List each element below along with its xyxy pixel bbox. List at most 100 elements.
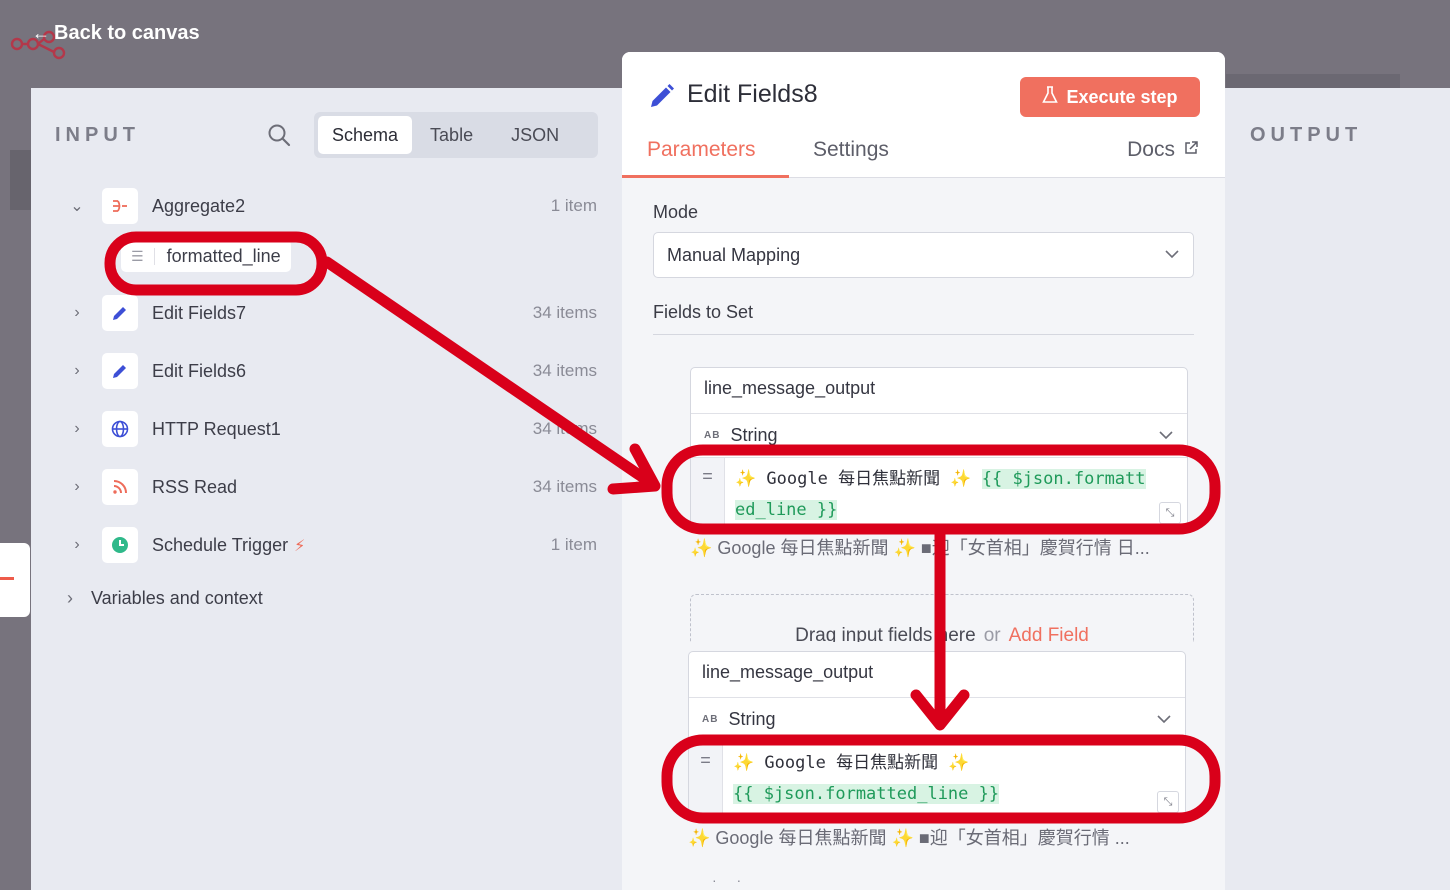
execute-step-label: Execute step (1066, 86, 1178, 107)
search-icon[interactable] (267, 123, 291, 147)
item-count: 34 items (532, 477, 597, 496)
chevron-right-icon[interactable]: › (67, 478, 87, 496)
field-name-input[interactable]: line_message_output (689, 652, 1185, 698)
schema-node-rss-read[interactable]: › RSS Read 34 items (31, 467, 597, 507)
output-panel-title: OUTPUT (1250, 124, 1363, 146)
field-type-select[interactable]: AB String (689, 698, 1185, 742)
field-value-editor[interactable]: = ✨ Google 每日焦點新聞 ✨ {{ $json.formatted_l… (691, 458, 1187, 526)
chevron-right-icon[interactable]: › (67, 362, 87, 380)
schema-node-edit-fields6[interactable]: › Edit Fields6 34 items (31, 351, 597, 391)
string-type-icon: AB (702, 714, 719, 725)
field-type-value: String (728, 709, 776, 729)
expression-text: Google 每日焦點新聞 (764, 753, 939, 773)
expression-result-preview: ✨ Google 每日焦點新聞 ✨ ■迎「女首相」慶賀行情 日... (690, 538, 1150, 558)
expression-token: {{ $json.formatt (981, 469, 1146, 489)
string-type-icon: AB (704, 430, 721, 441)
chevron-down-icon (1157, 715, 1171, 724)
node-label: Aggregate2 (152, 195, 246, 216)
arrow-left-icon: ← (32, 23, 50, 43)
schema-node-aggregate2[interactable]: ⌄ Aggregate2 1 item (31, 186, 597, 226)
input-panel: INPUT Schema Table JSON ⌄ Aggregate2 1 i… (31, 88, 631, 890)
view-mode-switcher: Schema Table JSON (314, 112, 598, 158)
item-count: 1 item (550, 535, 597, 554)
sparkle-icon: ✨ (735, 469, 757, 489)
tab-settings[interactable]: Settings (813, 138, 889, 162)
lightning-bolt-icon: ⚡ (294, 537, 306, 555)
dialog-header: Edit Fields8 Execute step Parameters Set… (622, 52, 1225, 178)
pencil-icon (102, 295, 138, 331)
chevron-down-icon (1159, 431, 1173, 440)
tab-table[interactable]: Table (412, 116, 491, 154)
field-assignment-card: line_message_output AB String = ✨ Google… (688, 651, 1186, 816)
back-to-canvas-link[interactable]: ← Back to canvas (32, 22, 200, 45)
item-count: 1 item (550, 196, 597, 215)
sparkle-icon: ✨ (733, 753, 755, 773)
chevron-right-icon: › (67, 588, 73, 608)
drop-zone[interactable]: Drag input fields here or Add Field (690, 594, 1194, 642)
node-label: Edit Fields6 (152, 360, 247, 381)
node-label: HTTP Request1 (152, 418, 281, 439)
item-count: 34 items (532, 361, 597, 380)
chevron-right-icon[interactable]: › (67, 536, 87, 554)
drop-zone-text: Drag input fields here (795, 625, 976, 642)
schema-node-edit-fields7[interactable]: › Edit Fields7 34 items (31, 293, 597, 333)
rss-icon (102, 469, 138, 505)
variables-label: Variables and context (91, 588, 263, 608)
execute-step-button[interactable]: Execute step (1020, 77, 1200, 117)
expression-token: ed_line }} (735, 500, 838, 520)
field-type-value: String (730, 425, 778, 445)
expression-code[interactable]: ✨ Google 每日焦點新聞 ✨ {{ $json.formatted_lin… (723, 742, 1185, 815)
clock-icon (102, 527, 138, 563)
node-title[interactable]: Edit Fields8 (687, 80, 818, 109)
canvas-edge (10, 150, 32, 210)
schema-field-formatted-line[interactable]: ☰ formatted_line (121, 240, 291, 272)
item-count: 34 items (532, 303, 597, 322)
tab-json[interactable]: JSON (491, 116, 579, 154)
aggregate-icon (102, 188, 138, 224)
flask-icon (1042, 85, 1059, 109)
chevron-right-icon[interactable]: › (67, 304, 87, 322)
divider (653, 334, 1194, 335)
node-editor-dialog: Edit Fields8 Execute step Parameters Set… (622, 52, 1225, 890)
expression-equals-icon: = (691, 458, 725, 526)
docs-link[interactable]: Docs (1127, 138, 1199, 162)
node-label: Schedule Trigger ⚡ (152, 535, 305, 556)
pencil-icon (102, 353, 138, 389)
item-count: 34 items (532, 419, 597, 438)
field-name-input[interactable]: line_message_output (691, 368, 1187, 414)
expand-editor-icon[interactable]: ⤡ (1157, 791, 1179, 813)
tab-schema[interactable]: Schema (318, 116, 413, 154)
globe-icon (102, 411, 138, 447)
docs-label: Docs (1127, 138, 1175, 161)
field-value-editor[interactable]: = ✨ Google 每日焦點新聞 ✨ {{ $json.formatted_l… (689, 742, 1185, 815)
variables-and-context-row[interactable]: › Variables and context (67, 588, 263, 609)
field-type-select[interactable]: AB String (691, 414, 1187, 458)
mode-value: Manual Mapping (667, 244, 801, 265)
back-to-canvas-label: Back to canvas (54, 22, 200, 44)
mode-select[interactable]: Manual Mapping (653, 232, 1194, 278)
schema-node-schedule-trigger[interactable]: › Schedule Trigger ⚡ 1 item (31, 525, 597, 565)
node-label: RSS Read (152, 476, 238, 497)
expand-editor-icon[interactable]: ⤡ (1159, 502, 1181, 524)
chevron-down-icon (1165, 250, 1179, 259)
schema-node-http-request1[interactable]: › HTTP Request1 34 items (31, 409, 597, 449)
output-panel: OUTPUT (1225, 88, 1450, 890)
active-tab-indicator (622, 175, 789, 178)
panel-drag-handle[interactable] (0, 543, 30, 617)
mode-label: Mode (653, 202, 699, 222)
node-label-text: Schedule Trigger (152, 534, 289, 555)
drop-zone-or: or (983, 625, 1001, 642)
chevron-right-icon[interactable]: › (67, 420, 87, 438)
pencil-icon (651, 84, 674, 107)
drag-handle-mark (0, 577, 14, 580)
expression-code[interactable]: ✨ Google 每日焦點新聞 ✨ {{ $json.formatted_lin… (725, 458, 1187, 526)
external-link-icon (1183, 138, 1199, 162)
input-panel-title: INPUT (55, 124, 140, 146)
fields-to-set-label: Fields to Set (653, 302, 754, 322)
list-icon: ☰ (131, 247, 155, 265)
sparkle-icon: ✨ (948, 753, 970, 773)
add-field-link[interactable]: Add Field (1009, 625, 1089, 642)
chevron-down-icon[interactable]: ⌄ (67, 196, 87, 216)
tab-parameters[interactable]: Parameters (647, 138, 756, 162)
expression-text: Google 每日焦點新聞 (766, 469, 941, 489)
